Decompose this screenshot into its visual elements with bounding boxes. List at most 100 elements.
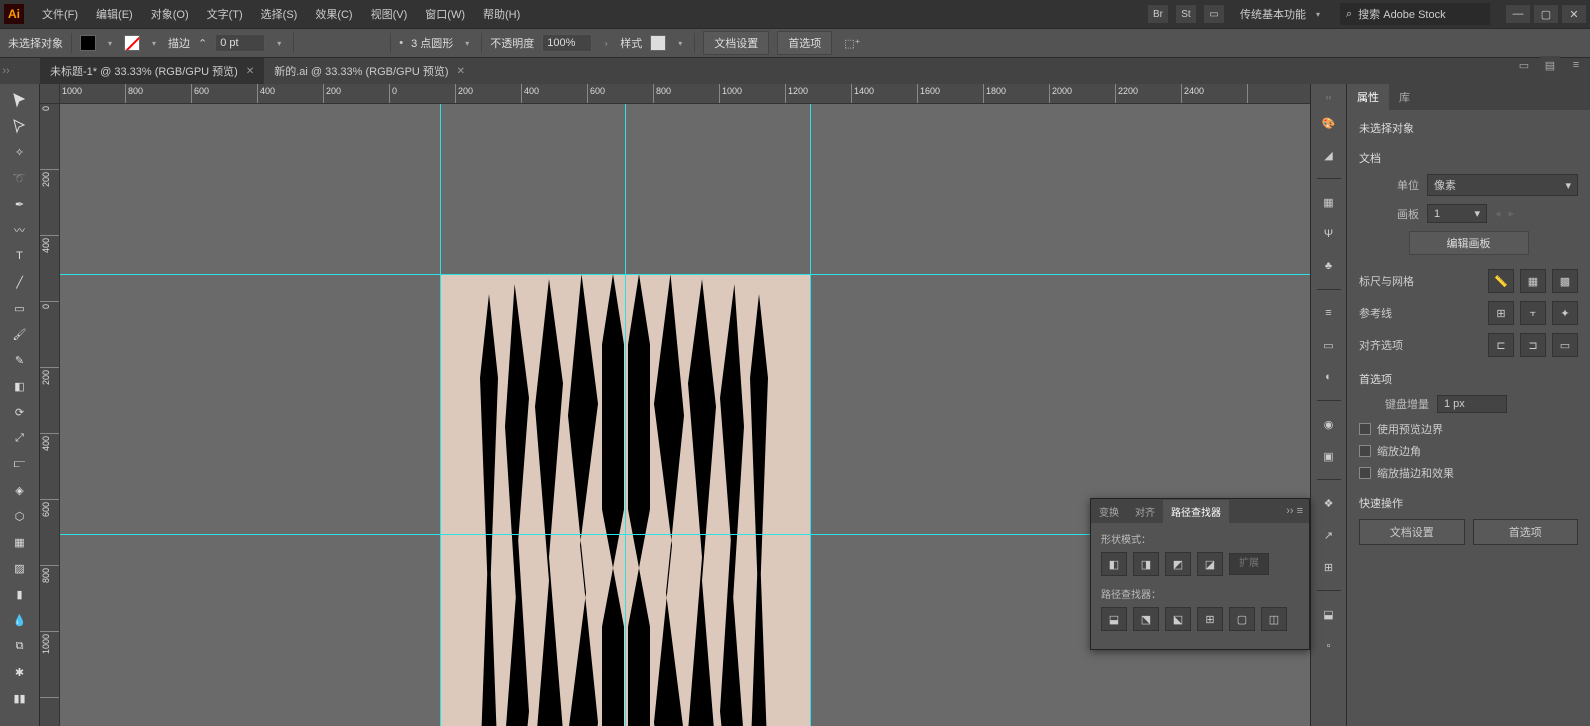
panel-collapse-icon[interactable]: ›› ≡ xyxy=(1280,505,1309,517)
checkbox[interactable] xyxy=(1359,423,1371,435)
unite-icon[interactable]: ◧ xyxy=(1101,552,1127,576)
width-tool[interactable]: ⫍ xyxy=(7,452,33,476)
horizontal-ruler[interactable]: 1000800600400200020040060080010001200140… xyxy=(60,84,1310,104)
stroke-swatch[interactable] xyxy=(124,35,140,51)
intersect-icon[interactable]: ◩ xyxy=(1165,552,1191,576)
pathfinder-dock-icon[interactable]: ⬓ xyxy=(1318,603,1340,625)
menu-object[interactable]: 对象(O) xyxy=(143,2,197,26)
stroke-panel-icon[interactable]: ≡ xyxy=(1318,302,1340,324)
tabbar-handle-icon[interactable]: ›› xyxy=(0,58,12,84)
direct-selection-tool[interactable] xyxy=(7,114,33,138)
quick-docsetup-button[interactable]: 文档设置 xyxy=(1359,519,1465,545)
stroke-link-icon[interactable]: ⌃ xyxy=(198,37,207,50)
guides-visible-icon[interactable]: ⊞ xyxy=(1488,301,1514,325)
line-tool[interactable]: ╱ xyxy=(7,270,33,294)
menu-select[interactable]: 选择(S) xyxy=(253,2,306,26)
guides-lock-icon[interactable]: ⫟ xyxy=(1520,301,1546,325)
workspace-dropdown[interactable]: 传统基本功能 ▾ xyxy=(1232,3,1332,25)
quick-prefs-button[interactable]: 首选项 xyxy=(1473,519,1579,545)
selection-tool[interactable] xyxy=(7,88,33,112)
checkbox[interactable] xyxy=(1359,445,1371,457)
appearance-icon[interactable]: ◉ xyxy=(1318,413,1340,435)
arrange-icon[interactable]: ▭ xyxy=(1204,5,1224,23)
stroke-weight-input[interactable]: 0 pt xyxy=(215,34,265,52)
shape-builder-tool[interactable]: ⬡ xyxy=(7,504,33,528)
crop-icon[interactable]: ⊞ xyxy=(1197,607,1223,631)
scale-tool[interactable]: ⤢ xyxy=(7,426,33,450)
menu-effect[interactable]: 效果(C) xyxy=(307,2,360,26)
menu-view[interactable]: 视图(V) xyxy=(363,2,416,26)
edit-artboard-button[interactable]: 编辑画板 xyxy=(1409,231,1529,255)
tab-libraries[interactable]: 库 xyxy=(1389,84,1420,110)
pathfinder-panel[interactable]: 变换 对齐 路径查找器 ›› ≡ 形状模式： ◧ ◨ ◩ ◪ 扩展 路径查找器：… xyxy=(1090,498,1310,650)
symbols-icon[interactable]: ♣ xyxy=(1318,255,1340,277)
paintbrush-tool[interactable]: 🖌 xyxy=(7,322,33,346)
opacity-input[interactable]: 100% xyxy=(542,34,592,52)
guide-vertical[interactable] xyxy=(625,104,626,726)
units-dropdown[interactable]: 像素▾ xyxy=(1427,174,1578,196)
magic-wand-tool[interactable]: ✧ xyxy=(7,140,33,164)
layers-icon[interactable]: ❖ xyxy=(1318,492,1340,514)
minus-front-icon[interactable]: ◨ xyxy=(1133,552,1159,576)
tab-properties[interactable]: 属性 xyxy=(1347,84,1389,110)
gradient-tool[interactable]: ▮ xyxy=(7,582,33,606)
align-to-icon[interactable]: ⊏ xyxy=(1488,333,1514,357)
close-icon[interactable]: ✕ xyxy=(246,66,254,77)
rectangle-tool[interactable]: ▭ xyxy=(7,296,33,320)
maximize-button[interactable]: ▢ xyxy=(1534,5,1558,23)
checkbox[interactable] xyxy=(1359,467,1371,479)
curvature-tool[interactable]: 〰 xyxy=(7,218,33,242)
graphic-styles-icon[interactable]: ▣ xyxy=(1318,445,1340,467)
menu-type[interactable]: 文字(T) xyxy=(199,2,251,26)
close-button[interactable]: ✕ xyxy=(1562,5,1586,23)
bridge-icon[interactable]: Br xyxy=(1148,5,1168,23)
ruler-origin[interactable] xyxy=(40,84,60,104)
brush-label[interactable]: 3 点圆形 xyxy=(411,35,453,51)
pen-tool[interactable]: ✒ xyxy=(7,192,33,216)
color-panel-icon[interactable]: 🎨 xyxy=(1318,112,1340,134)
transparency-grid-icon[interactable]: ▩ xyxy=(1552,269,1578,293)
guide-vertical[interactable] xyxy=(810,104,811,726)
swatches-icon[interactable]: ▦ xyxy=(1318,191,1340,213)
minus-back-icon[interactable]: ◫ xyxy=(1261,607,1287,631)
lasso-tool[interactable]: ➰ xyxy=(7,166,33,190)
perspective-grid-tool[interactable]: ▦ xyxy=(7,530,33,554)
prev-artboard-icon[interactable]: ◂ xyxy=(1495,207,1501,220)
type-tool[interactable]: T xyxy=(7,244,33,268)
artboard-dropdown[interactable]: 1▾ xyxy=(1427,204,1487,223)
smart-guides-icon[interactable]: ✦ xyxy=(1552,301,1578,325)
vertical-ruler[interactable]: 020040002004006008001000 xyxy=(40,104,60,726)
rotate-tool[interactable]: ⟳ xyxy=(7,400,33,424)
document-tab[interactable]: 新的.ai @ 33.33% (RGB/GPU 预览) ✕ xyxy=(264,58,475,84)
free-transform-tool[interactable]: ◈ xyxy=(7,478,33,502)
panel-menu-icon[interactable]: ≡ xyxy=(1566,56,1586,74)
brushes-icon[interactable]: Ψ xyxy=(1318,223,1340,245)
eyedropper-tool[interactable]: 💧 xyxy=(7,608,33,632)
artboards-icon[interactable]: ⊞ xyxy=(1318,556,1340,578)
align-dock-icon[interactable]: ▫ xyxy=(1318,635,1340,657)
symbol-sprayer-tool[interactable]: ✱ xyxy=(7,660,33,684)
color-guide-icon[interactable]: ◢ xyxy=(1318,144,1340,166)
keyboard-increment-input[interactable]: 1 px xyxy=(1437,395,1507,413)
pencil-tool[interactable]: ✎ xyxy=(7,348,33,372)
mesh-tool[interactable]: ▨ xyxy=(7,556,33,580)
transparency-icon[interactable]: ◐ xyxy=(1318,366,1340,388)
tab-align[interactable]: 对齐 xyxy=(1127,500,1163,523)
menu-help[interactable]: 帮助(H) xyxy=(475,2,528,26)
asset-export-icon[interactable]: ↗ xyxy=(1318,524,1340,546)
guide-horizontal[interactable] xyxy=(60,274,1310,275)
exclude-icon[interactable]: ◪ xyxy=(1197,552,1223,576)
divide-icon[interactable]: ⬓ xyxy=(1101,607,1127,631)
align-icon[interactable]: ⬚⁺ xyxy=(844,37,860,50)
ruler-icon[interactable]: 📏 xyxy=(1488,269,1514,293)
menu-window[interactable]: 窗口(W) xyxy=(417,2,473,26)
next-artboard-icon[interactable]: ▸ xyxy=(1509,207,1515,220)
preferences-button[interactable]: 首选项 xyxy=(777,31,832,55)
search-stock-input[interactable]: ⌕ 搜索 Adobe Stock xyxy=(1340,3,1490,25)
stock-icon[interactable]: St xyxy=(1176,5,1196,23)
fill-swatch[interactable] xyxy=(80,35,96,51)
document-tab[interactable]: 未标题-1* @ 33.33% (RGB/GPU 预览) ✕ xyxy=(40,58,264,84)
column-graph-tool[interactable]: ▮▮ xyxy=(7,686,33,710)
panel-collapse-icon[interactable]: ▭ xyxy=(1514,56,1534,74)
eraser-tool[interactable]: ◧ xyxy=(7,374,33,398)
